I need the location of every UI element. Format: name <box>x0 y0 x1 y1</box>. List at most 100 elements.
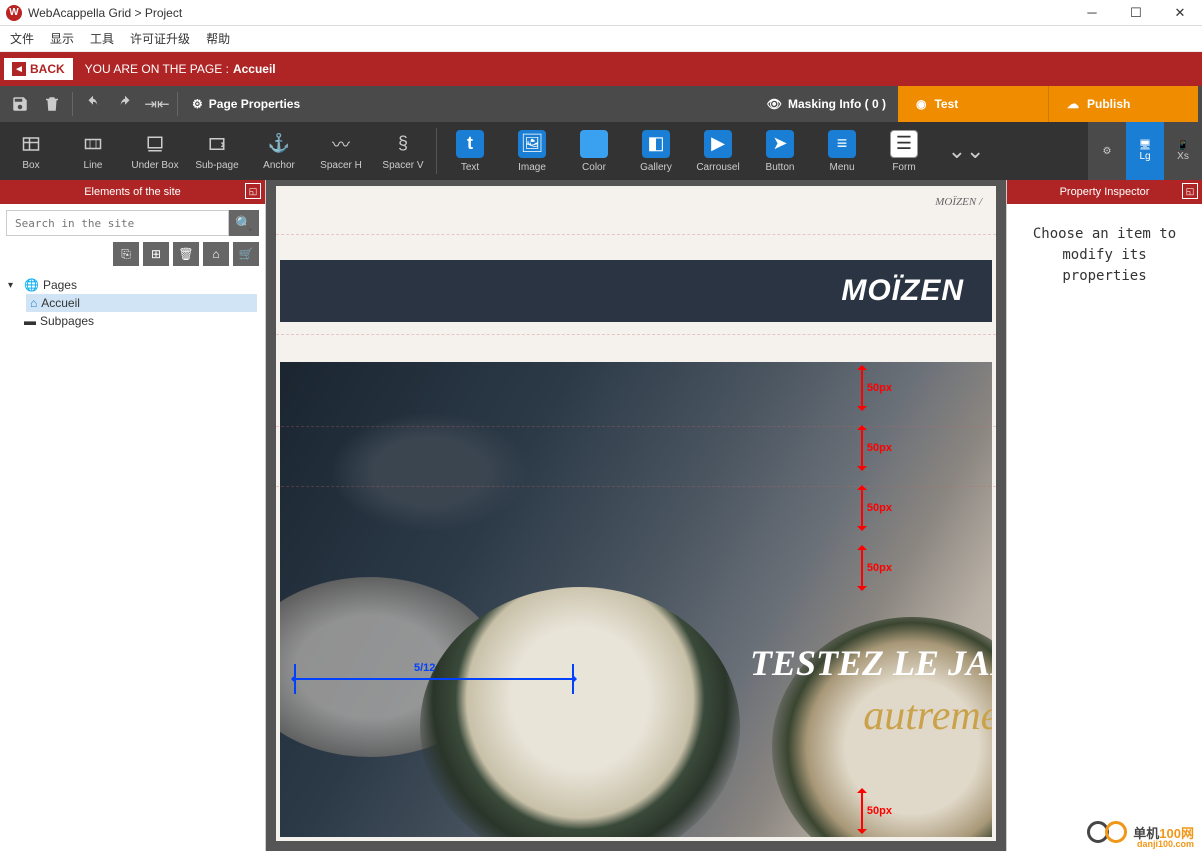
text-icon: t <box>456 130 484 158</box>
globe-icon: 🌐 <box>24 278 39 292</box>
cloud-icon: ☁ <box>1067 97 1079 111</box>
settings-viewport-button[interactable]: ⚙ <box>1088 122 1126 180</box>
tool-button[interactable]: ➤Button <box>749 122 811 180</box>
delete-page-button[interactable]: 🗑 <box>173 242 199 266</box>
tree-accueil-node[interactable]: ⌂Accueil <box>26 294 257 312</box>
header-band[interactable]: MOÏZEN <box>280 260 992 322</box>
cart-button[interactable]: 🛒 <box>233 242 259 266</box>
tool-more[interactable]: ⌄⌄ <box>935 122 997 180</box>
hero-title: TESTEZ LE JAP <box>750 642 992 684</box>
test-button[interactable]: ◉ Test <box>898 86 1048 122</box>
watermark: 单机100网 danji100.com <box>1087 819 1194 845</box>
menu-license[interactable]: 许可证升级 <box>130 30 190 47</box>
viewport-lg-button[interactable]: 🖥Lg <box>1126 122 1164 180</box>
titlebar: W WebAcappella Grid > Project ─ ☐ ✕ <box>0 0 1202 26</box>
hero-subtitle: autrement <box>863 692 992 740</box>
breadcrumb: MOÏZEN / <box>935 196 982 208</box>
window-title: WebAcappella Grid > Project <box>28 6 182 20</box>
publish-button[interactable]: ☁ Publish <box>1048 86 1198 122</box>
undo-button[interactable] <box>77 90 109 118</box>
gallery-icon: ◧ <box>642 130 670 158</box>
desktop-icon: 🖥 <box>1139 140 1152 151</box>
elements-panel-header: Elements of the site ◱ <box>0 180 265 204</box>
mobile-icon: 📱 <box>1177 140 1189 151</box>
back-arrow-icon: ◄ <box>12 62 26 76</box>
gear-icon: ⚙ <box>1103 146 1112 157</box>
property-empty-message: Choose an item to modify its properties <box>1007 204 1202 307</box>
page-bar: ◄ BACK YOU ARE ON THE PAGE :Accueil <box>0 52 1202 86</box>
search-button[interactable]: 🔍 <box>229 210 259 236</box>
page-preview[interactable]: MOÏZEN / MOÏZEN TESTEZ LE JAP autrement … <box>276 186 996 841</box>
brand-logo: MOÏZEN <box>841 274 964 308</box>
tool-text[interactable]: tText <box>439 122 501 180</box>
current-page-label: YOU ARE ON THE PAGE :Accueil <box>85 62 276 76</box>
eye-icon: 👁 <box>767 97 782 111</box>
minimize-button[interactable]: ─ <box>1070 0 1114 26</box>
tool-box[interactable]: Box <box>0 122 62 180</box>
tool-spacer-h[interactable]: 〰Spacer H <box>310 122 372 180</box>
tool-anchor[interactable]: ⚓Anchor <box>248 122 310 180</box>
elements-panel: Elements of the site ◱ 🔍 ⎘ ⊞ 🗑 ⌂ 🛒 ▾🌐Pag… <box>0 180 266 851</box>
delete-button[interactable] <box>36 90 68 118</box>
tree-subpages-node[interactable]: ▬Subpages <box>8 312 257 330</box>
spacer-h-icon: 〰 <box>329 132 353 156</box>
line-icon <box>81 132 105 156</box>
property-panel: Property Inspector ◱ Choose an item to m… <box>1006 180 1202 851</box>
page-properties-button[interactable]: ⚙ Page Properties <box>182 97 310 111</box>
hero-section[interactable]: TESTEZ LE JAP autrement 50px 50px 50px 5… <box>280 362 992 837</box>
tool-form[interactable]: ☰Form <box>873 122 935 180</box>
masking-label: Masking Info ( 0 ) <box>788 97 886 111</box>
elements-panel-title: Elements of the site <box>84 186 181 198</box>
carrousel-icon: ▶ <box>704 130 732 158</box>
v-measure-1: 50px <box>861 368 892 408</box>
tool-menu[interactable]: ≡Menu <box>811 122 873 180</box>
tool-gallery[interactable]: ◧Gallery <box>625 122 687 180</box>
underbox-icon <box>143 132 167 156</box>
tree-pages-node[interactable]: ▾🌐Pages <box>8 276 257 294</box>
publish-label: Publish <box>1087 97 1130 111</box>
spacer-v-icon: § <box>391 132 415 156</box>
add-page-button[interactable]: ⎘ <box>113 242 139 266</box>
tool-subpage[interactable]: Sub-page <box>186 122 248 180</box>
box-icon <box>19 132 43 156</box>
popout-icon[interactable]: ◱ <box>245 183 261 199</box>
menu-view[interactable]: 显示 <box>50 30 74 47</box>
menu-help[interactable]: 帮助 <box>206 30 230 47</box>
add-folder-button[interactable]: ⊞ <box>143 242 169 266</box>
tool-image[interactable]: 🖼Image <box>501 122 563 180</box>
button-icon: ➤ <box>766 130 794 158</box>
viewport-xs-button[interactable]: 📱Xs <box>1164 122 1202 180</box>
action-bar: ⇥⇤ ⚙ Page Properties 👁 Masking Info ( 0 … <box>0 86 1202 122</box>
tool-underbox[interactable]: Under Box <box>124 122 186 180</box>
close-button[interactable]: ✕ <box>1158 0 1202 26</box>
search-icon: 🔍 <box>235 215 252 232</box>
tool-spacer-v[interactable]: §Spacer V <box>372 122 434 180</box>
tool-line[interactable]: Line <box>62 122 124 180</box>
home-page-button[interactable]: ⌂ <box>203 242 229 266</box>
hero-bg-shape <box>330 412 530 532</box>
collapse-button[interactable]: ⇥⇤ <box>141 90 173 118</box>
menu-tools[interactable]: 工具 <box>90 30 114 47</box>
redo-button[interactable] <box>109 90 141 118</box>
canvas[interactable]: MOÏZEN / MOÏZEN TESTEZ LE JAP autrement … <box>266 180 1006 851</box>
tool-carrousel[interactable]: ▶Carrousel <box>687 122 749 180</box>
gear-icon: ⚙ <box>192 97 203 111</box>
main-area: Elements of the site ◱ 🔍 ⎘ ⊞ 🗑 ⌂ 🛒 ▾🌐Pag… <box>0 180 1202 851</box>
back-button[interactable]: ◄ BACK <box>4 58 73 80</box>
page-tree: ▾🌐Pages ⌂Accueil ▬Subpages <box>0 272 265 334</box>
menu-icon: ≡ <box>828 130 856 158</box>
tool-color[interactable]: Color <box>563 122 625 180</box>
maximize-button[interactable]: ☐ <box>1114 0 1158 26</box>
eye-test-icon: ◉ <box>916 97 926 111</box>
menubar: 文件 显示 工具 许可证升级 帮助 <box>0 26 1202 52</box>
menu-file[interactable]: 文件 <box>10 30 34 47</box>
subpage-icon <box>205 132 229 156</box>
color-icon <box>580 130 608 158</box>
save-button[interactable] <box>4 90 36 118</box>
test-label: Test <box>934 97 958 111</box>
h-measure: 5/12 <box>294 662 574 680</box>
search-input[interactable] <box>6 210 229 236</box>
popout-icon[interactable]: ◱ <box>1182 183 1198 199</box>
v-measure-3: 50px <box>861 488 892 528</box>
masking-info[interactable]: 👁 Masking Info ( 0 ) <box>755 97 898 111</box>
